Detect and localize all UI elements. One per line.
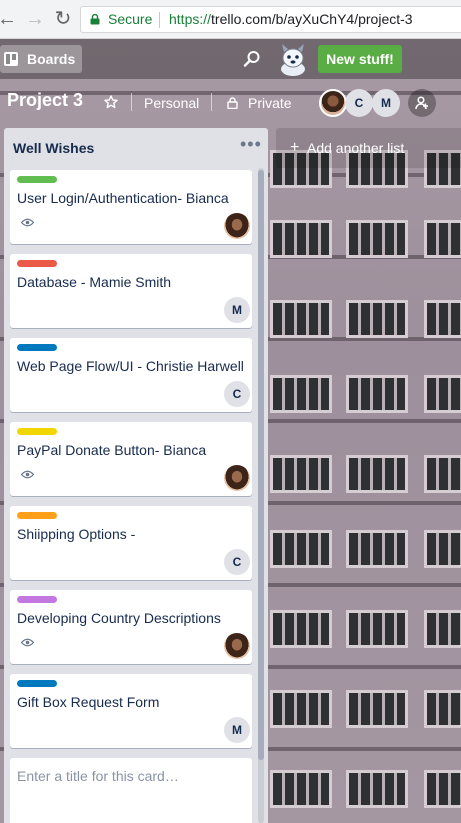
member-initial-avatar[interactable]: C — [224, 381, 250, 407]
address-bar[interactable]: Secure https://trello.com/b/ayXuChY4/pro… — [80, 6, 461, 33]
list-card[interactable]: Gift Box Request Form M — [10, 674, 252, 748]
building-window — [346, 375, 408, 413]
building-window — [270, 455, 332, 493]
star-icon[interactable] — [104, 95, 118, 109]
card-label[interactable] — [17, 596, 57, 603]
privacy-label: Private — [248, 95, 292, 111]
address-divider — [159, 12, 160, 28]
card-title: PayPal Donate Button- Bianca — [17, 442, 207, 458]
trello-header: Boards New stuff! — [0, 39, 461, 79]
member-avatar-m[interactable]: M — [372, 89, 400, 117]
new-card-title-input[interactable] — [17, 766, 243, 786]
boards-button[interactable]: Boards — [0, 45, 82, 73]
building-window — [270, 300, 332, 338]
building-window — [424, 375, 461, 413]
building-window — [270, 770, 332, 808]
card-title: Database - Mamie Smith — [17, 274, 172, 290]
board-title[interactable]: Project 3 — [7, 90, 83, 111]
building-window — [270, 530, 332, 568]
member-initial-avatar[interactable]: C — [224, 549, 250, 575]
boards-icon — [4, 52, 18, 66]
browser-toolbar: ← → ↻ Secure https://trello.com/b/ayXuCh… — [0, 0, 461, 39]
secure-label: Secure — [108, 11, 153, 27]
secure-lock-icon — [90, 14, 100, 25]
building-window — [424, 300, 461, 338]
list-card[interactable]: User Login/Authentication- Bianca — [10, 170, 252, 244]
privacy-button[interactable]: Private — [220, 90, 308, 116]
member-initial-avatar[interactable]: M — [224, 717, 250, 743]
scrollbar-thumb[interactable] — [258, 170, 264, 760]
boards-label: Boards — [27, 51, 76, 67]
card-title: Developing Country Descriptions — [17, 610, 221, 626]
header-divider — [131, 93, 132, 111]
card-label[interactable] — [17, 344, 57, 351]
card-title: Gift Box Request Form — [17, 694, 160, 710]
search-icon[interactable] — [243, 50, 261, 68]
header-divider — [211, 93, 212, 111]
add-list-label: Add another list — [307, 140, 405, 156]
card-label[interactable] — [17, 680, 57, 687]
invite-member-button[interactable] — [408, 89, 436, 117]
building-window — [346, 690, 408, 728]
building-window — [346, 455, 408, 493]
reload-icon[interactable]: ↻ — [52, 8, 74, 30]
building-window — [346, 610, 408, 648]
card-title: Web Page Flow/UI - Christie Harwell — [17, 358, 244, 374]
watch-eye-icon — [21, 218, 34, 227]
watch-eye-icon — [21, 470, 34, 479]
taco-mascot-icon[interactable] — [275, 43, 311, 77]
list-card[interactable]: Shiipping Options - C — [10, 506, 252, 580]
back-arrow-icon[interactable]: ← — [0, 8, 18, 30]
url-protocol: https:// — [169, 11, 212, 27]
add-list-button[interactable]: + Add another list — [276, 128, 461, 168]
privacy-lock-icon — [227, 97, 238, 109]
card-label[interactable] — [17, 260, 57, 267]
card-label[interactable] — [17, 176, 57, 183]
building-window — [270, 610, 332, 648]
board-header: Project 3 Personal Private C M — [0, 79, 461, 125]
member-initial-avatar[interactable]: M — [224, 297, 250, 323]
list-scrollbar[interactable] — [258, 168, 264, 823]
list-card[interactable]: PayPal Donate Button- Bianca — [10, 422, 252, 496]
add-member-icon — [415, 96, 428, 110]
building-window — [270, 690, 332, 728]
member-photo-avatar[interactable] — [224, 465, 250, 491]
url-path: trello.com/b/ayXuChY4/project-3 — [211, 11, 413, 27]
building-window — [346, 530, 408, 568]
list-menu-icon[interactable]: ••• — [240, 135, 261, 153]
card-label[interactable] — [17, 428, 57, 435]
url-text[interactable]: https://trello.com/b/ayXuChY4/project-3 — [169, 7, 413, 32]
building-window — [270, 375, 332, 413]
building-window — [346, 300, 408, 338]
member-avatar-c[interactable]: C — [345, 89, 373, 117]
board-team-button[interactable]: Personal — [144, 95, 199, 111]
member-photo-avatar[interactable] — [224, 633, 250, 659]
building-window — [424, 770, 461, 808]
building-window — [424, 690, 461, 728]
list-card[interactable]: Developing Country Descriptions — [10, 590, 252, 664]
building-window — [424, 610, 461, 648]
list-card[interactable]: Web Page Flow/UI - Christie Harwell C — [10, 338, 252, 412]
list-card[interactable]: Database - Mamie Smith M — [10, 254, 252, 328]
building-window — [346, 220, 408, 258]
member-avatar-photo[interactable] — [319, 89, 347, 117]
new-stuff-button[interactable]: New stuff! — [318, 45, 402, 73]
list-title[interactable]: Well Wishes — [13, 140, 94, 156]
building-window — [346, 770, 408, 808]
forward-arrow-icon[interactable]: → — [24, 8, 46, 30]
list-well-wishes: Well Wishes ••• User Login/Authenticatio… — [4, 128, 268, 823]
building-window — [270, 220, 332, 258]
new-card-composer — [10, 758, 252, 823]
building-window — [424, 455, 461, 493]
card-label[interactable] — [17, 512, 57, 519]
watch-eye-icon — [21, 638, 34, 647]
card-title: User Login/Authentication- Bianca — [17, 190, 229, 206]
building-window — [424, 220, 461, 258]
member-photo-avatar[interactable] — [224, 213, 250, 239]
card-title: Shiipping Options - — [17, 526, 136, 542]
plus-icon: + — [290, 139, 300, 156]
building-window — [424, 530, 461, 568]
